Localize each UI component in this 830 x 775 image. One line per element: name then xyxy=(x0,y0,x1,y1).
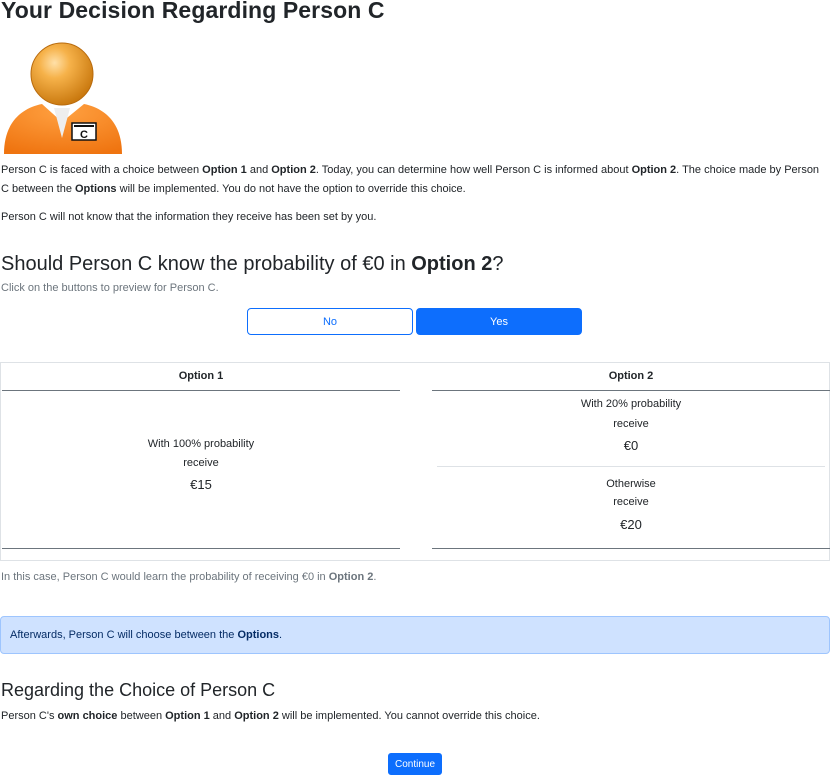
footer-divider xyxy=(432,548,830,549)
option-2-otherwise: Otherwise xyxy=(606,478,656,490)
choice-text: will be implemented. You cannot override… xyxy=(278,710,540,722)
option-2-column: Option 2 With 20% probability receive €0… xyxy=(432,363,830,561)
choice-text: Person C's xyxy=(1,710,58,722)
option-2-ref: Option 2 xyxy=(328,571,374,583)
avatar-label: C xyxy=(80,129,88,141)
intro-text: Person C is faced with a choice between xyxy=(1,164,203,176)
choice-text: between xyxy=(117,710,166,722)
option-1-receive: receive xyxy=(183,457,219,469)
page-title: Your Decision Regarding Person C xyxy=(1,0,385,23)
option-1-header: Option 1 xyxy=(178,370,224,382)
options-ref: Options xyxy=(75,183,117,195)
no-button[interactable]: No xyxy=(247,308,413,335)
person-c-avatar-icon: C xyxy=(4,42,122,154)
option-2-ref: Option 2 xyxy=(271,164,316,176)
header-divider xyxy=(2,390,400,391)
choice-heading: Regarding the Choice of Person C xyxy=(1,680,276,700)
option-2-ref: Option 2 xyxy=(411,253,493,275)
intro-text: . Today, you can determine how well Pers… xyxy=(315,164,632,176)
footer-divider xyxy=(2,548,400,549)
option-1-ref: Option 1 xyxy=(165,710,210,722)
choice-paragraph: Person C's own choice between Option 1 a… xyxy=(1,707,540,726)
alert-text: . xyxy=(279,629,283,641)
options-ref: Options xyxy=(237,629,280,641)
alert-text: Afterwards, Person C will choose between… xyxy=(10,629,238,641)
outcome-divider xyxy=(437,466,825,467)
option-2-ref: Option 2 xyxy=(234,710,279,722)
option-2-ref: Option 2 xyxy=(631,164,677,176)
own-choice-ref: own choice xyxy=(57,710,118,722)
preview-hint: Click on the buttons to preview for Pers… xyxy=(1,282,219,294)
choice-text: and xyxy=(209,710,235,722)
option-2-receive: receive xyxy=(613,496,649,508)
option-1-ref: Option 1 xyxy=(202,164,247,176)
question-heading: Should Person C know the probability of … xyxy=(1,253,503,276)
intro-paragraph: Person C is faced with a choice between … xyxy=(1,161,829,199)
option-2-receive: receive xyxy=(613,418,649,430)
question-text: Should Person C know the probability of … xyxy=(1,253,412,275)
yes-button[interactable]: Yes xyxy=(416,308,582,335)
info-alert: Afterwards, Person C will choose between… xyxy=(0,616,830,654)
header-divider xyxy=(432,390,830,391)
continue-button[interactable]: Continue xyxy=(388,753,442,775)
option-2-amount-a: €0 xyxy=(623,438,639,453)
option-2-amount-b: €20 xyxy=(620,517,642,532)
options-table: Option 1 With 100% probability receive €… xyxy=(0,362,830,561)
intro-text: will be implemented. You do not have the… xyxy=(116,183,466,195)
info-note: Person C will not know that the informat… xyxy=(1,211,377,223)
option-1-amount: €15 xyxy=(190,477,212,492)
option-1-column: Option 1 With 100% probability receive €… xyxy=(2,363,400,561)
intro-text: and xyxy=(246,164,272,176)
case-note-text: . xyxy=(373,571,377,583)
case-note: In this case, Person C would learn the p… xyxy=(1,571,376,583)
option-2-header: Option 2 xyxy=(608,370,654,382)
option-2-probability: With 20% probability xyxy=(580,398,682,410)
case-note-text: In this case, Person C would learn the p… xyxy=(1,571,329,583)
option-1-probability: With 100% probability xyxy=(147,438,255,450)
question-text: ? xyxy=(492,253,504,275)
